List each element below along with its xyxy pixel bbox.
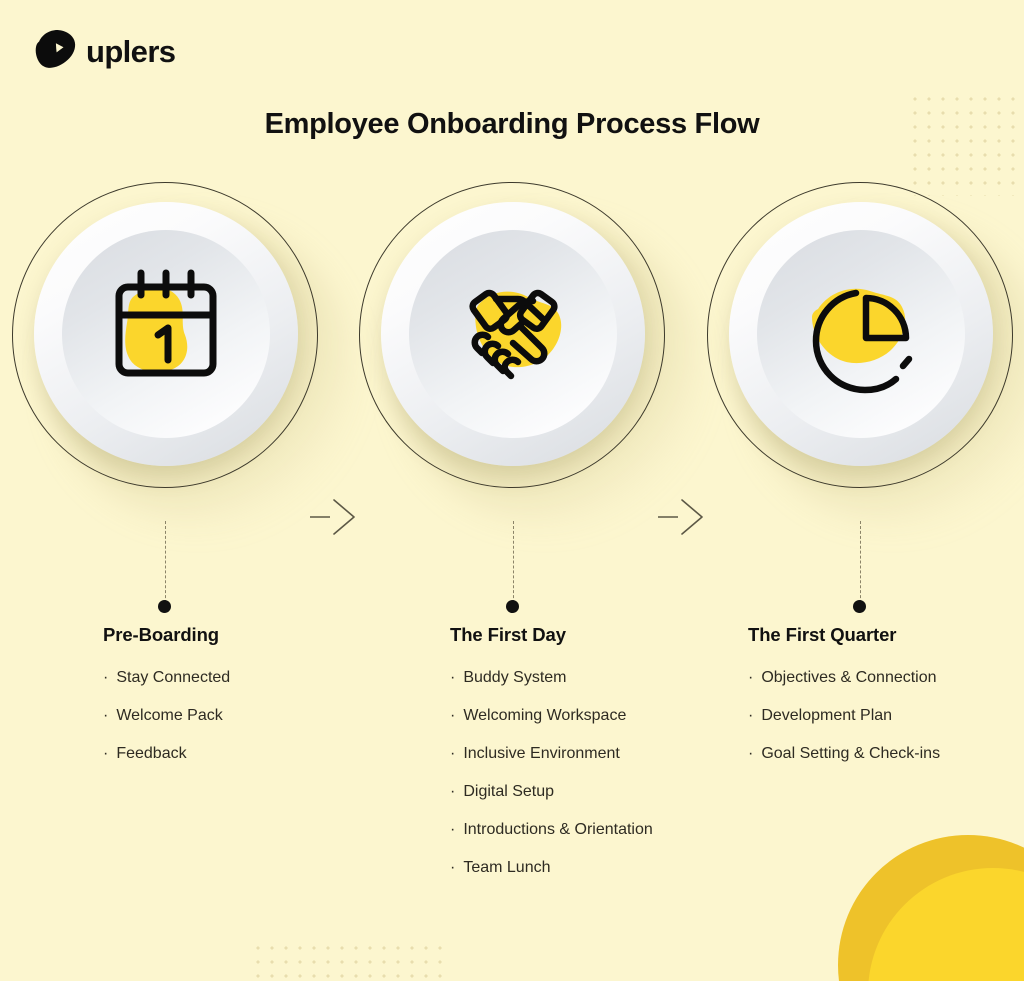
bullet-icon: · [450, 707, 456, 724]
list-item: · Goal Setting & Check-ins [748, 744, 1024, 764]
page-title: Employee Onboarding Process Flow [264, 108, 760, 140]
calendar-day-one-icon [34, 202, 298, 466]
list-item-label: Introductions & Orientation [463, 821, 653, 838]
bullet-icon: · [103, 707, 109, 724]
stage-icon-row [0, 180, 1024, 535]
list-item: · Objectives & Connection [748, 668, 1024, 688]
list-item-label: Welcoming Workspace [463, 707, 627, 724]
stage-column-first-quarter: The First Quarter · Objectives & Connecti… [748, 624, 1024, 782]
stage-item-list: · Stay Connected · Welcome Pack · Feedback [103, 668, 403, 764]
bullet-icon: · [450, 859, 456, 876]
bullet-icon: · [748, 745, 754, 762]
list-item-label: Buddy System [463, 669, 567, 686]
connector-dot-2 [506, 600, 519, 613]
decorative-circle-back [838, 835, 1024, 981]
list-item: · Team Lunch [450, 858, 750, 878]
connector-dashed-line-1 [165, 521, 166, 603]
list-item-label: Welcome Pack [116, 707, 223, 724]
decorative-circle-front [868, 868, 1024, 981]
list-item-label: Team Lunch [463, 859, 551, 876]
brand-logo[interactable]: uplers [33, 29, 176, 74]
bullet-icon: · [103, 669, 109, 686]
stage-item-list: · Objectives & Connection · Development Pl… [748, 668, 1024, 764]
bullet-icon: · [450, 669, 456, 686]
pie-chart-icon [729, 202, 993, 466]
list-item-label: Goal Setting & Check-ins [761, 745, 941, 762]
list-item-label: Objectives & Connection [761, 669, 937, 686]
handshake-icon [381, 202, 645, 466]
brand-name: uplers [86, 34, 176, 69]
connector-dashed-line-2 [513, 521, 514, 603]
list-item: · Inclusive Environment [450, 744, 750, 764]
list-item-label: Inclusive Environment [463, 745, 620, 762]
list-item-label: Feedback [116, 745, 187, 762]
bullet-icon: · [748, 669, 754, 686]
stage-heading: The First Quarter [748, 624, 897, 645]
list-item: · Introductions & Orientation [450, 820, 750, 840]
stage-column-pre-boarding: Pre-Boarding · Stay Connected · Welcome Pa… [103, 624, 403, 782]
stage-heading: Pre-Boarding [103, 624, 219, 645]
list-item: · Welcoming Workspace [450, 706, 750, 726]
list-item: · Stay Connected [103, 668, 403, 688]
list-item: · Buddy System [450, 668, 750, 688]
list-item: · Digital Setup [450, 782, 750, 802]
stage-item-list: · Buddy System · Welcoming Workspace · Incl… [450, 668, 750, 878]
list-item-label: Development Plan [761, 707, 893, 724]
stage-node-pre-boarding[interactable] [10, 180, 356, 526]
infographic-canvas: uplers Employee Onboarding Process Flow [0, 0, 1024, 981]
uplers-teardrop-arrow-logo-icon [33, 29, 77, 74]
connector-dot-1 [158, 600, 171, 613]
list-item: · Development Plan [748, 706, 1024, 726]
bullet-icon: · [450, 783, 456, 800]
connector-dashed-line-3 [860, 521, 861, 603]
list-item: · Feedback [103, 744, 403, 764]
connector-dot-3 [853, 600, 866, 613]
list-item-label: Digital Setup [463, 783, 555, 800]
stage-node-first-day[interactable] [357, 180, 703, 526]
list-item-label: Stay Connected [116, 669, 231, 686]
stage-node-first-quarter[interactable] [705, 180, 1024, 526]
bullet-icon: · [450, 745, 456, 762]
list-item: · Welcome Pack [103, 706, 403, 726]
stage-heading: The First Day [450, 624, 566, 645]
chevron-right-arrow-icon-1 [308, 494, 364, 540]
bullet-icon: · [103, 745, 109, 762]
chevron-right-arrow-icon-2 [656, 494, 712, 540]
stage-column-first-day: The First Day · Buddy System · Welcoming W… [450, 624, 750, 896]
dot-grid-pattern-bottom-left [251, 941, 449, 981]
bullet-icon: · [450, 821, 456, 838]
bullet-icon: · [748, 707, 754, 724]
